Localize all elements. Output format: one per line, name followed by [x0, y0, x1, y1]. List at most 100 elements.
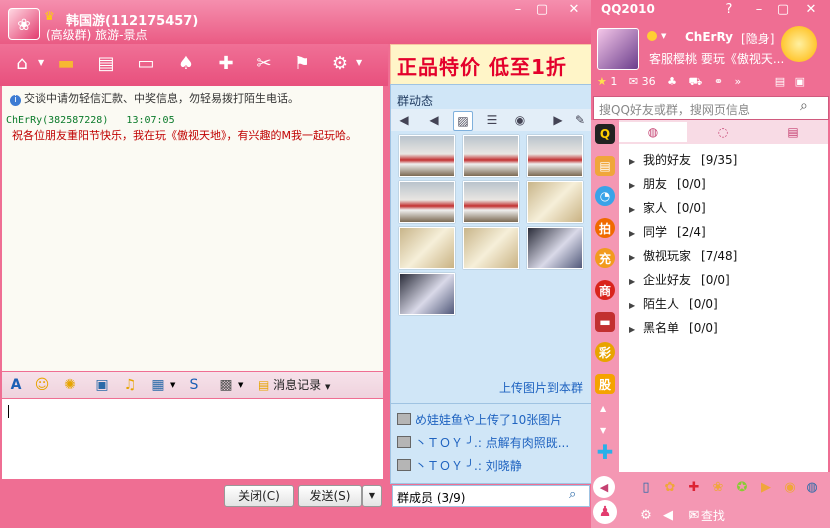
- close-button[interactable]: 关闭(C): [224, 485, 294, 507]
- tab-recent[interactable]: ▤: [759, 122, 827, 142]
- chevron-up-icon[interactable]: ▲: [600, 404, 606, 413]
- maximize-icon[interactable]: ▢: [773, 2, 793, 18]
- find-button[interactable]: ⌕ 查找: [689, 506, 735, 524]
- sound-icon[interactable]: ◀: [425, 111, 443, 129]
- contact-group[interactable]: ▶ 家人 [0/0]: [629, 199, 706, 216]
- add-app-icon[interactable]: ✚: [595, 440, 615, 464]
- group-members-search[interactable]: 群成员 (3/9) ⌕: [392, 485, 590, 507]
- star-icon[interactable]: ★: [597, 75, 607, 88]
- photo-thumbnail[interactable]: [527, 227, 583, 269]
- close-icon[interactable]: ✕: [564, 2, 584, 18]
- chat-title-bar[interactable]: ❀ ♛ 韩国游(112175457) (高级群) 旅游-景点 – ▢ ✕: [0, 0, 591, 44]
- font-icon[interactable]: A: [6, 375, 26, 395]
- minimize-icon[interactable]: –: [508, 2, 528, 18]
- penguin-icon[interactable]: Q: [595, 124, 615, 144]
- add-app-icon[interactable]: ✚: [212, 49, 240, 77]
- search-input[interactable]: 搜QQ好友或群，搜网页信息: [599, 101, 750, 118]
- sender-name[interactable]: ChErRy(382587228): [6, 115, 108, 126]
- app-box-icon[interactable]: ▣: [795, 75, 805, 88]
- chevron-left-icon[interactable]: ◀: [593, 476, 615, 498]
- message-history-button[interactable]: ▤ 消息记录 ▼: [258, 376, 330, 393]
- main-menu-penguin-icon[interactable]: ♟: [593, 500, 617, 524]
- maximize-icon[interactable]: ▢: [532, 2, 552, 18]
- folder-icon[interactable]: ▬: [52, 49, 80, 77]
- photo-thumbnail[interactable]: [399, 135, 455, 177]
- tab-photos-icon[interactable]: ▨: [453, 111, 473, 131]
- home-icon[interactable]: ⌂: [8, 49, 36, 77]
- contact-group[interactable]: ▶ 傲视玩家 [7/48]: [629, 247, 737, 264]
- close-icon[interactable]: ✕: [801, 2, 821, 18]
- lottery-icon[interactable]: 彩: [595, 342, 615, 362]
- chevron-down-icon[interactable]: ▼: [38, 58, 44, 67]
- user-signature[interactable]: 客服樱桃 要玩《傲视天...: [649, 50, 799, 67]
- contact-group[interactable]: ▶ 我的好友 [9/35]: [629, 151, 737, 168]
- ad-banner[interactable]: 正品特价 低至1折: [390, 44, 592, 86]
- gear-icon[interactable]: ⚙: [326, 49, 354, 77]
- contact-group[interactable]: ▶ 朋友 [0/0]: [629, 175, 706, 192]
- volume-icon[interactable]: ◀: [659, 506, 677, 524]
- settings-user-icon[interactable]: ⚑: [288, 49, 316, 77]
- group-avatar[interactable]: ❀: [8, 8, 40, 40]
- sogou-icon[interactable]: S: [184, 375, 204, 395]
- user-avatar[interactable]: [597, 28, 639, 70]
- farm-icon[interactable]: ✪: [733, 478, 751, 496]
- feed-item[interactable]: め娃娃鱼や上传了10张图片: [397, 411, 562, 428]
- microblog-icon[interactable]: ◔: [595, 186, 615, 206]
- screenshot-icon[interactable]: ▦: [148, 375, 168, 395]
- wrench-icon[interactable]: ✎: [571, 111, 589, 129]
- photo-thumbnail[interactable]: [527, 135, 583, 177]
- paw-icon[interactable]: ❀: [709, 478, 727, 496]
- photo-thumbnail[interactable]: [399, 181, 455, 223]
- contact-group[interactable]: ▶ 陌生人 [0/0]: [629, 295, 718, 312]
- minimize-icon[interactable]: –: [749, 2, 769, 18]
- contact-group[interactable]: ▶ 黑名单 [0/0]: [629, 319, 718, 336]
- music-icon[interactable]: ♫: [120, 375, 140, 395]
- tab-groups[interactable]: ◌: [689, 122, 757, 142]
- send-button[interactable]: 发送(S): [298, 485, 362, 507]
- gift-icon[interactable]: ✚: [685, 478, 703, 496]
- auction-icon[interactable]: 拍: [595, 218, 615, 238]
- photo-thumbnail[interactable]: [463, 181, 519, 223]
- send-options-chevron-icon[interactable]: ▼: [362, 485, 382, 507]
- mail-icon[interactable]: ✉: [629, 75, 638, 88]
- pet-icon[interactable]: ✿: [661, 478, 679, 496]
- chevron-right-icon[interactable]: ▶: [549, 111, 567, 129]
- message-input[interactable]: [2, 399, 383, 479]
- card-icon[interactable]: ▭: [132, 49, 160, 77]
- contact-group[interactable]: ▶ 同学 [2/4]: [629, 223, 706, 240]
- chevron-down-icon[interactable]: ▼: [356, 58, 362, 67]
- browser-icon[interactable]: ◍: [803, 478, 821, 496]
- weather-sun-icon[interactable]: [781, 26, 817, 62]
- contact-group[interactable]: ▶ 企业好友 [0/0]: [629, 271, 730, 288]
- qzone-icon[interactable]: ▤: [595, 156, 615, 176]
- tab-share-icon[interactable]: ◉: [511, 111, 529, 129]
- chevron-down-icon[interactable]: ▼: [170, 381, 175, 389]
- message-history[interactable]: i 交谈中请勿轻信汇款、中奖信息，勿轻易拨打陌生电话。 ChErRy(382587…: [2, 86, 383, 371]
- tools-icon[interactable]: ✂: [250, 49, 278, 77]
- tab-contacts[interactable]: ◍: [619, 122, 687, 142]
- video-icon[interactable]: ▶: [757, 478, 775, 496]
- search-icon[interactable]: ⌕: [800, 98, 808, 114]
- status-icon[interactable]: [647, 31, 657, 41]
- magic-emoji-icon[interactable]: ✺: [60, 375, 80, 395]
- tab-list-icon[interactable]: ☰: [483, 111, 501, 129]
- skin-icon[interactable]: ▤: [775, 75, 785, 88]
- wallet-icon[interactable]: ⚭: [714, 75, 723, 88]
- recharge-icon[interactable]: 充: [595, 248, 615, 268]
- search-icon[interactable]: ⌕: [569, 487, 576, 502]
- upload-photos-link[interactable]: 上传图片到本群: [499, 379, 583, 396]
- chevron-down-icon[interactable]: ▼: [238, 381, 243, 389]
- film-icon[interactable]: ▤: [92, 49, 120, 77]
- video-show-icon[interactable]: ▩: [216, 375, 236, 395]
- chevron-down-icon[interactable]: ▼: [661, 32, 666, 40]
- emoji-icon[interactable]: ☺: [32, 375, 52, 395]
- cards-game-icon[interactable]: ♠: [172, 49, 200, 77]
- photo-thumbnail[interactable]: [463, 227, 519, 269]
- chevron-left-icon[interactable]: ◀: [395, 111, 413, 129]
- image-icon[interactable]: ▣: [92, 375, 112, 395]
- stock-icon[interactable]: 股: [595, 374, 615, 394]
- shop-icon[interactable]: ⛟: [688, 75, 702, 88]
- more-icon[interactable]: »: [735, 75, 742, 88]
- phone-icon[interactable]: ▯: [637, 478, 655, 496]
- help-icon[interactable]: ?: [719, 2, 739, 18]
